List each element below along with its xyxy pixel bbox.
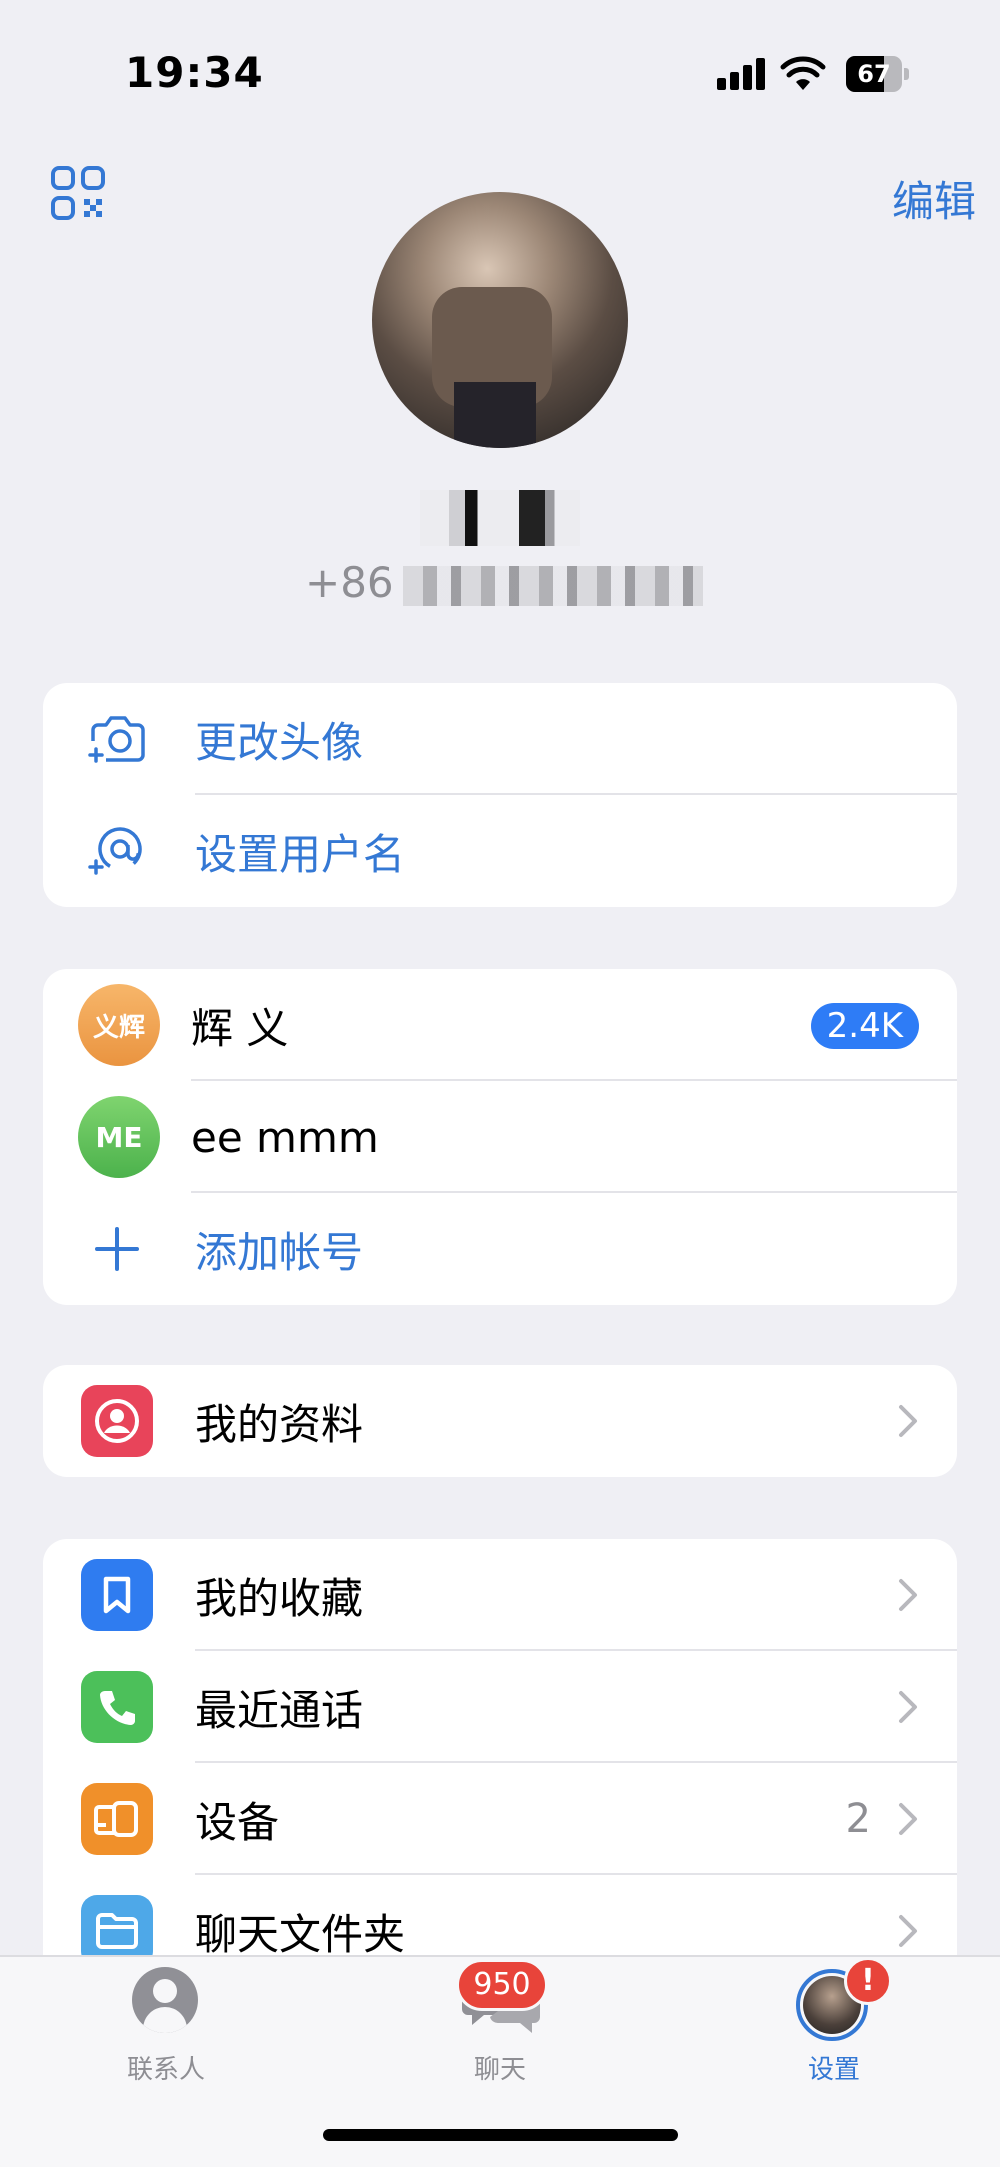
home-indicator xyxy=(323,2129,678,2141)
recent-calls-label: 最近通话 xyxy=(195,1685,364,1735)
folder-icon xyxy=(81,1895,153,1955)
camera-plus-icon xyxy=(88,716,145,763)
plus-icon xyxy=(95,1227,139,1271)
account-row[interactable]: ME ee mmm xyxy=(43,1081,957,1193)
qr-code-icon[interactable] xyxy=(50,165,106,221)
phone-prefix: +86 xyxy=(305,558,394,607)
cellular-signal-icon xyxy=(717,58,767,90)
tab-settings-label: 设置 xyxy=(807,2055,860,2085)
battery-icon: 67 xyxy=(846,56,910,92)
account-name: 辉 义 xyxy=(191,1003,289,1053)
recent-calls-row[interactable]: 最近通话 xyxy=(43,1651,957,1763)
set-username-row[interactable]: 设置用户名 xyxy=(43,795,957,907)
chat-folders-row[interactable]: 聊天文件夹 xyxy=(43,1875,957,1955)
devices-count: 2 xyxy=(845,1796,871,1842)
phone-icon xyxy=(81,1671,153,1743)
at-sign-plus-icon xyxy=(88,827,142,875)
tab-contacts-label: 联系人 xyxy=(126,2055,205,2085)
tab-chats-label: 聊天 xyxy=(473,2055,526,2085)
chevron-right-icon xyxy=(899,1405,917,1437)
profile-name-redacted xyxy=(420,490,580,546)
battery-level: 67 xyxy=(857,60,891,88)
account-avatar: ME xyxy=(78,1096,160,1178)
accounts-card: 义辉 辉 义 2.4K ME ee mmm 添加帐号 xyxy=(43,969,957,1305)
add-account-row[interactable]: 添加帐号 xyxy=(43,1193,957,1305)
settings-alert-badge: ! xyxy=(844,1957,892,2005)
add-account-label: 添加帐号 xyxy=(195,1227,364,1277)
profile-actions-card: 更改头像 设置用户名 xyxy=(43,683,957,907)
profile-avatar[interactable] xyxy=(372,192,628,448)
set-username-label: 设置用户名 xyxy=(195,829,406,879)
chevron-right-icon xyxy=(899,1803,917,1835)
settings-menu-card: 我的收藏 最近通话 设备 2 聊天文件夹 xyxy=(43,1539,957,1955)
wifi-icon xyxy=(780,56,826,90)
change-avatar-label: 更改头像 xyxy=(195,717,364,767)
saved-messages-row[interactable]: 我的收藏 xyxy=(43,1539,957,1651)
account-row[interactable]: 义辉 辉 义 2.4K xyxy=(43,969,957,1081)
devices-row[interactable]: 设备 2 xyxy=(43,1763,957,1875)
person-circle-icon xyxy=(132,1967,198,2033)
my-profile-row[interactable]: 我的资料 xyxy=(43,1365,957,1477)
my-profile-label: 我的资料 xyxy=(195,1399,364,1449)
person-icon xyxy=(81,1385,153,1457)
devices-icon xyxy=(81,1783,153,1855)
chevron-right-icon xyxy=(899,1579,917,1611)
unread-badge: 2.4K xyxy=(810,1003,919,1049)
edit-button[interactable]: 编辑 xyxy=(892,168,976,229)
chats-unread-badge: 950 xyxy=(456,1959,548,2011)
bookmark-icon xyxy=(81,1559,153,1631)
my-profile-card: 我的资料 xyxy=(43,1365,957,1477)
devices-label: 设备 xyxy=(195,1797,280,1847)
chevron-right-icon xyxy=(899,1915,917,1947)
chevron-right-icon xyxy=(899,1691,917,1723)
account-avatar: 义辉 xyxy=(78,984,160,1066)
change-avatar-row[interactable]: 更改头像 xyxy=(43,683,957,795)
saved-messages-label: 我的收藏 xyxy=(195,1573,364,1623)
account-name: ee mmm xyxy=(191,1112,379,1162)
chat-folders-label: 聊天文件夹 xyxy=(195,1909,406,1956)
phone-number-redacted xyxy=(403,566,703,606)
status-time: 19:34 xyxy=(125,48,264,97)
